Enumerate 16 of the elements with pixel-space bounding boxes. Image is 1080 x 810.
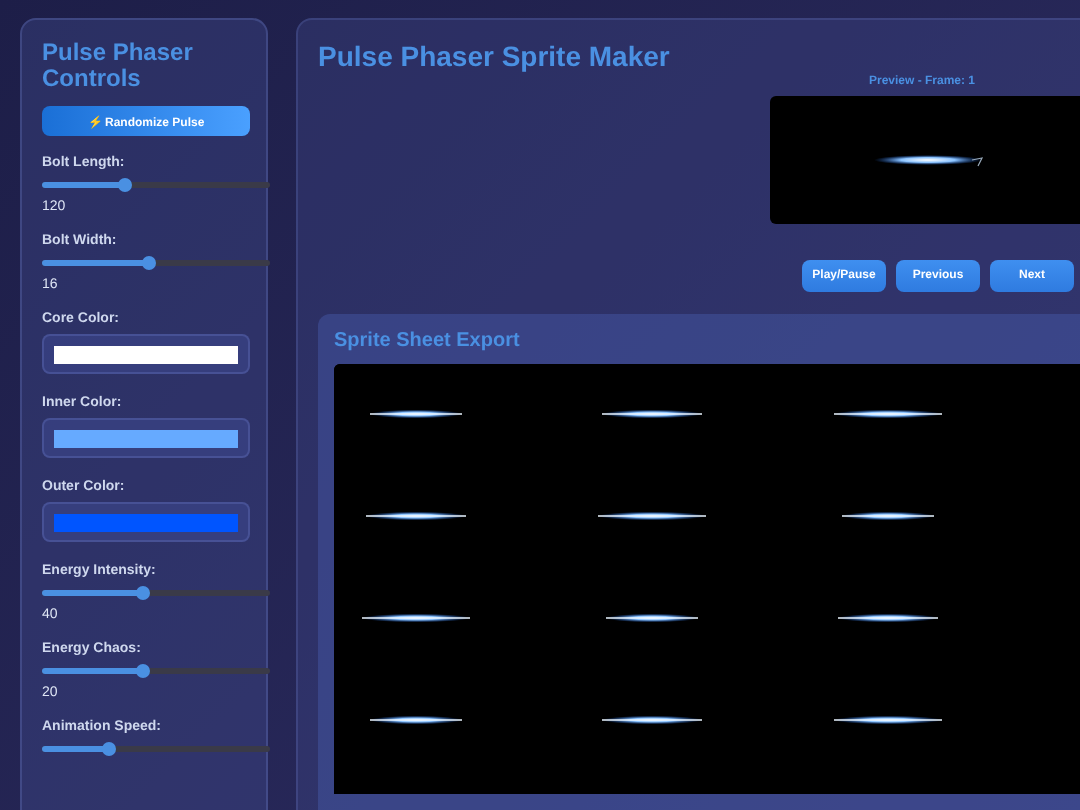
color-picker[interactable] — [42, 418, 250, 459]
slider-thumb[interactable] — [142, 255, 157, 270]
slider-thumb[interactable] — [135, 663, 150, 678]
slider-track[interactable] — [42, 668, 270, 675]
section-title: Sprite Sheet Export — [334, 330, 522, 352]
slider-thumb[interactable] — [117, 177, 132, 192]
slider-thumb[interactable] — [135, 585, 150, 600]
page-title: Pulse Phaser Sprite Maker — [318, 40, 672, 72]
slider-thumb[interactable] — [101, 741, 116, 756]
slider-track[interactable] — [42, 746, 270, 753]
color-picker[interactable] — [42, 334, 250, 375]
slider-track[interactable] — [42, 590, 270, 597]
panel-title: Pulse Phaser Controls — [42, 40, 195, 93]
slider-track[interactable] — [42, 260, 270, 267]
color-picker[interactable] — [42, 502, 250, 543]
slider-track[interactable] — [42, 182, 270, 189]
